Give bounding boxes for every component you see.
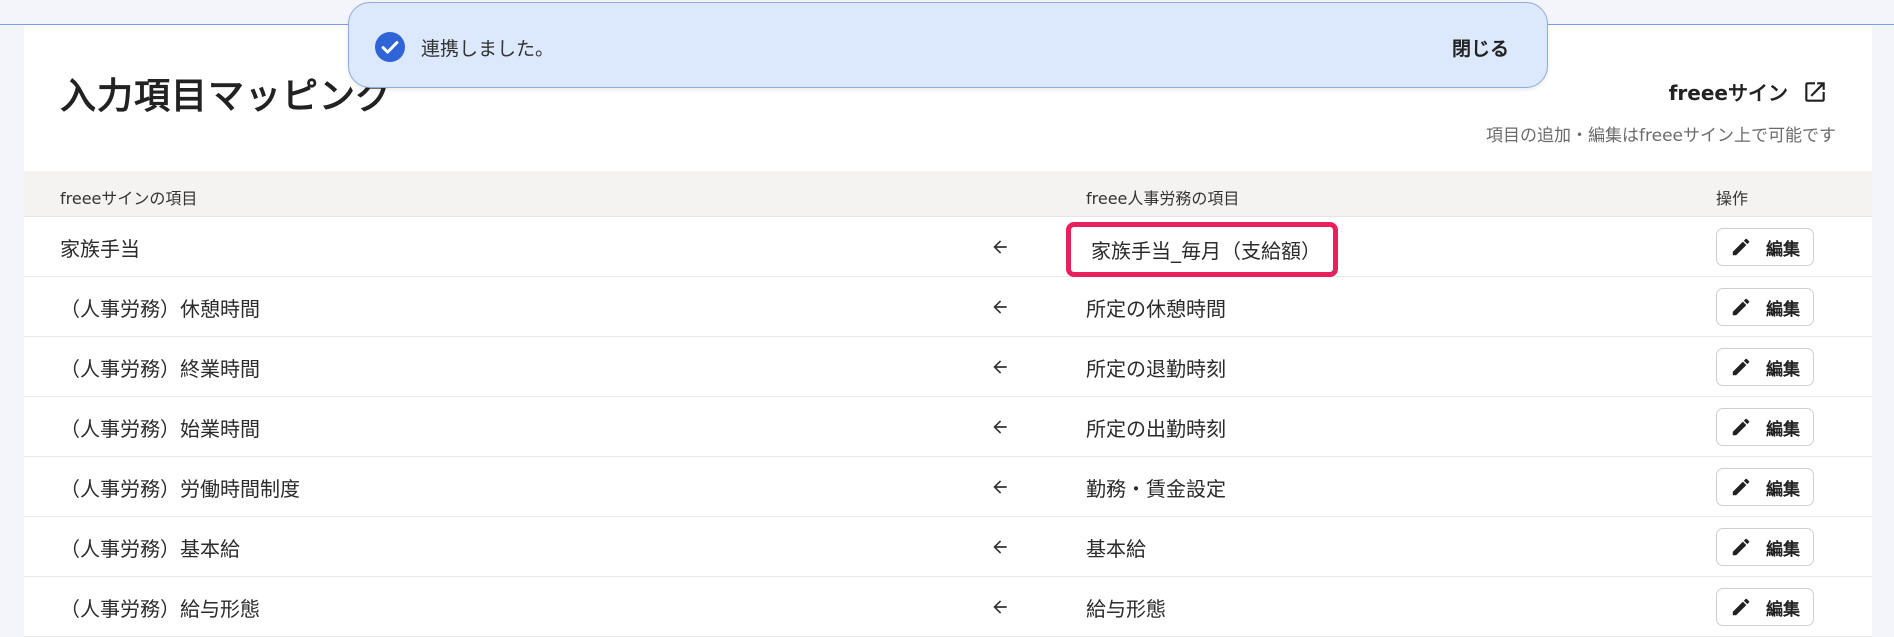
arrow-left-icon — [993, 240, 1007, 254]
arrow-left-icon — [993, 360, 1007, 374]
header-freee-hr-items: freee人事労務の項目 — [1086, 189, 1240, 208]
pencil-icon — [1732, 418, 1750, 436]
freee-sign-link-label: freeeサイン — [1668, 81, 1788, 105]
sign-item-label: 家族手当 — [60, 237, 140, 261]
edit-button-label: 編集 — [1766, 479, 1800, 500]
check-circle-icon — [375, 32, 405, 62]
table-row: （人事労務）始業時間 所定の出勤時刻 編集 — [24, 397, 1872, 457]
sign-item-label: （人事労務）基本給 — [60, 537, 240, 561]
main-panel: 入力項目マッピング freeeサイン 項目の追加・編集はfreeeサイン上で可能… — [24, 25, 1872, 637]
pencil-icon — [1732, 598, 1750, 616]
edit-button[interactable]: 編集 — [1716, 288, 1814, 326]
edit-button-label: 編集 — [1766, 599, 1800, 620]
edit-button[interactable]: 編集 — [1716, 408, 1814, 446]
edit-button-label: 編集 — [1766, 239, 1800, 260]
freee-sign-link[interactable]: freeeサイン — [1669, 77, 1828, 106]
edit-button-label: 編集 — [1766, 299, 1800, 320]
hr-item-label: 基本給 — [1086, 537, 1146, 561]
hr-item-label-highlighted: 家族手当_毎月（支給額） — [1066, 222, 1338, 277]
edit-button-label: 編集 — [1766, 539, 1800, 560]
hr-item-label: 所定の出勤時刻 — [1086, 417, 1226, 441]
table-header: freeeサインの項目 freee人事労務の項目 操作 — [24, 171, 1872, 217]
table-row: （人事労務）休憩時間 所定の休憩時間 編集 — [24, 277, 1872, 337]
edit-button[interactable]: 編集 — [1716, 528, 1814, 566]
edit-hint-text: 項目の追加・編集はfreeeサイン上で可能です — [1486, 126, 1836, 146]
hr-item-label: 勤務・賃金設定 — [1086, 477, 1226, 501]
pencil-icon — [1732, 358, 1750, 376]
header-actions: 操作 — [1716, 189, 1749, 208]
sign-item-label: （人事労務）休憩時間 — [60, 297, 260, 321]
table-row: （人事労務）終業時間 所定の退勤時刻 編集 — [24, 337, 1872, 397]
external-link-icon — [1805, 81, 1825, 102]
arrow-left-icon — [993, 540, 1007, 554]
sign-item-label: （人事労務）給与形態 — [60, 597, 260, 621]
hr-item-label: 所定の退勤時刻 — [1086, 357, 1226, 381]
page-title: 入力項目マッピング — [60, 76, 394, 117]
arrow-left-icon — [993, 480, 1007, 494]
sign-item-label: （人事労務）労働時間制度 — [60, 477, 300, 501]
sign-item-label: （人事労務）始業時間 — [60, 417, 260, 441]
table-row: （人事労務）給与形態 給与形態 編集 — [24, 577, 1872, 637]
pencil-icon — [1732, 478, 1750, 496]
table-row: （人事労務）労働時間制度 勤務・賃金設定 編集 — [24, 457, 1872, 517]
pencil-icon — [1732, 298, 1750, 316]
arrow-left-icon — [993, 300, 1007, 314]
table-row: （人事労務）基本給 基本給 編集 — [24, 517, 1872, 577]
hr-item-label: 所定の休憩時間 — [1086, 297, 1226, 321]
header-freee-sign-items: freeeサインの項目 — [60, 189, 198, 208]
mapping-table: freeeサインの項目 freee人事労務の項目 操作 家族手当 家族手当_毎月… — [24, 171, 1872, 637]
toast-message: 連携しました。 — [421, 38, 555, 60]
hr-item-label: 給与形態 — [1086, 597, 1166, 621]
toast-close-button[interactable]: 閉じる — [1452, 34, 1509, 61]
edit-button-label: 編集 — [1766, 359, 1800, 380]
arrow-left-icon — [993, 420, 1007, 434]
table-row: 家族手当 家族手当_毎月（支給額） 編集 — [24, 217, 1872, 277]
success-toast: 連携しました。 閉じる — [348, 2, 1548, 88]
pencil-icon — [1732, 538, 1750, 556]
pencil-icon — [1732, 238, 1750, 256]
edit-button-label: 編集 — [1766, 419, 1800, 440]
sign-item-label: （人事労務）終業時間 — [60, 357, 260, 381]
arrow-left-icon — [993, 600, 1007, 614]
edit-button[interactable]: 編集 — [1716, 468, 1814, 506]
edit-button[interactable]: 編集 — [1716, 348, 1814, 386]
edit-button[interactable]: 編集 — [1716, 228, 1814, 266]
edit-button[interactable]: 編集 — [1716, 588, 1814, 626]
